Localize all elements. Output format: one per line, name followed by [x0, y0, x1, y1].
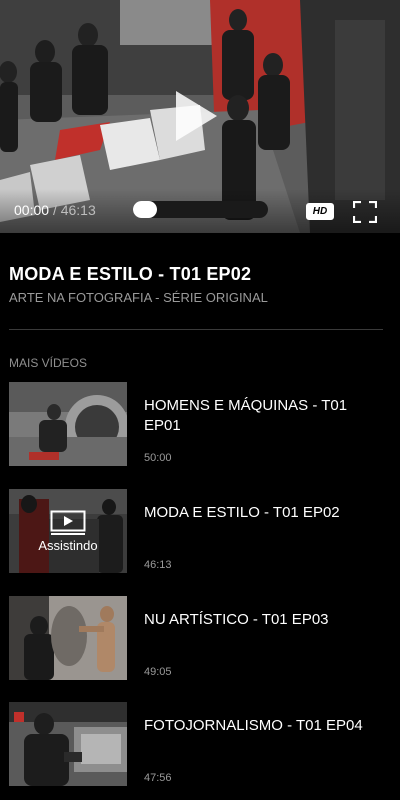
list-item[interactable]: HOMENS E MÁQUINAS - T01 EP01 50:00	[0, 382, 400, 466]
video-title: MODA E ESTILO - T01 EP02	[9, 264, 252, 284]
now-watching-overlay: Assistindo	[9, 489, 127, 573]
progress-bar[interactable]	[133, 201, 268, 218]
list-item[interactable]: Assistindo MODA E ESTILO - T01 EP02 46:1…	[0, 489, 400, 573]
video-subtitle: ARTE NA FOTOGRAFIA - SÉRIE ORIGINAL	[9, 290, 268, 305]
list-item-duration: 47:56	[144, 772, 172, 784]
list-item-title: MODA E ESTILO - T01 EP02	[144, 504, 340, 521]
more-videos-label: MAIS VÍDEOS	[9, 356, 88, 370]
play-icon	[176, 91, 217, 141]
now-watching-label: Assistindo	[38, 537, 98, 553]
video-player[interactable]: 00:00 / 46:13 HD	[0, 0, 400, 233]
list-item-title: NU ARTÍSTICO - T01 EP03	[144, 611, 329, 628]
video-thumbnail: Assistindo	[9, 489, 127, 573]
time-separator: /	[52, 202, 57, 218]
current-time: 00:00	[14, 202, 50, 218]
list-item-duration: 49:05	[144, 666, 172, 678]
list-item-title: FOTOJORNALISMO - T01 EP04	[144, 717, 363, 734]
video-thumbnail	[9, 702, 127, 786]
list-item-duration: 50:00	[144, 452, 172, 464]
list-item-duration: 46:13	[144, 559, 172, 571]
player-controls: 00:00 / 46:13 HD	[0, 189, 400, 233]
total-duration: 46:13	[60, 202, 96, 218]
list-item[interactable]: NU ARTÍSTICO - T01 EP03 49:05	[0, 596, 400, 680]
play-button[interactable]	[168, 88, 222, 144]
list-item-title: HOMENS E MÁQUINAS - T01 EP01	[144, 397, 348, 434]
list-item[interactable]: FOTOJORNALISMO - T01 EP04 47:56	[0, 702, 400, 786]
hd-quality-button[interactable]: HD	[306, 203, 334, 220]
progress-thumb[interactable]	[133, 201, 157, 218]
now-playing-icon	[50, 510, 86, 535]
divider	[9, 329, 383, 330]
fullscreen-button[interactable]	[352, 200, 378, 224]
video-thumbnail	[9, 382, 127, 466]
fullscreen-icon	[352, 200, 378, 224]
video-thumbnail	[9, 596, 127, 680]
time-display: 00:00 / 46:13	[14, 202, 96, 218]
